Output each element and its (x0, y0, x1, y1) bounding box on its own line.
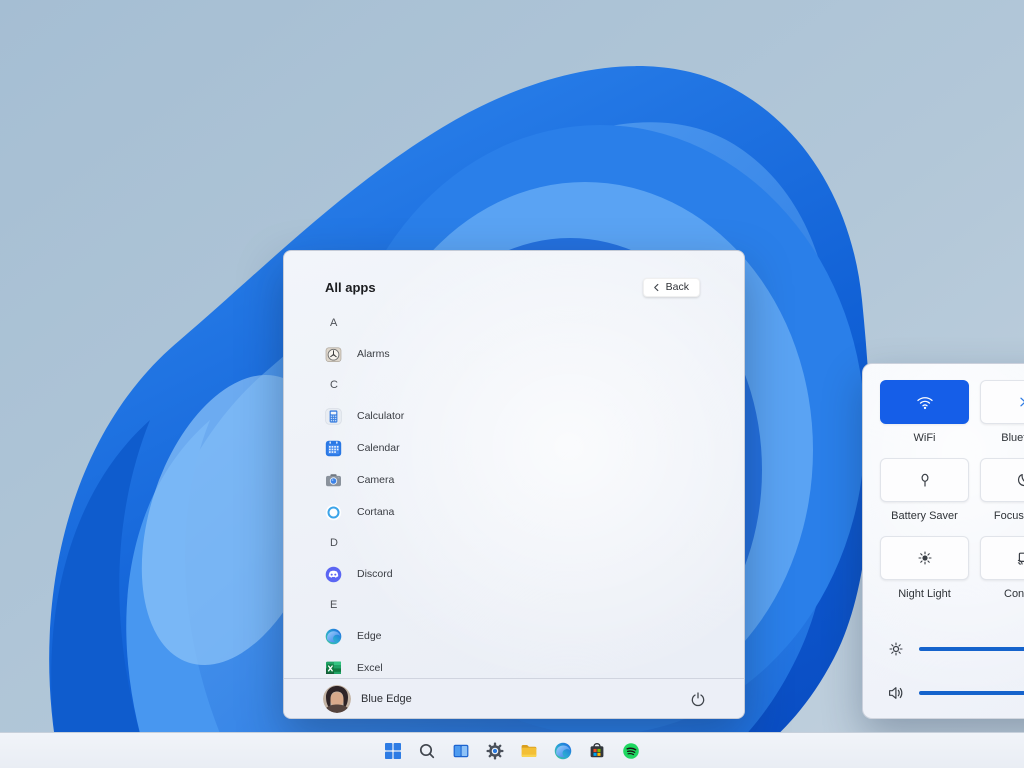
focus-assist-button[interactable] (980, 458, 1024, 502)
quick-settings-panel: WiFi Bluetooth Battery Saver Focus assist Ni… (862, 363, 1024, 719)
back-button-label: Back (666, 281, 689, 293)
battery-saver-button[interactable] (880, 458, 969, 502)
brightness-slider[interactable] (919, 647, 1024, 652)
app-list-item-edge[interactable]: Edge (325, 620, 744, 652)
all-apps-list: A Alarms C Calculator Calendar Camera Cortana D… (284, 308, 744, 674)
night-light-button[interactable] (880, 536, 969, 580)
section-letter-a[interactable]: A (325, 308, 744, 338)
all-apps-title: All apps (325, 280, 376, 295)
taskbar-edge-button[interactable] (554, 742, 572, 760)
quick-toggle-label: WiFi (914, 432, 936, 444)
taskbar-start-button[interactable] (384, 742, 402, 760)
app-list-item-cortana[interactable]: Cortana (325, 496, 744, 528)
quick-toggle-battery-saver: Battery Saver (880, 458, 969, 522)
start-menu-footer: Blue Edge (284, 678, 744, 718)
camera-icon (325, 472, 342, 489)
app-label: Edge (357, 630, 382, 642)
quick-toggle-label: Night Light (898, 588, 951, 600)
app-label: Camera (357, 474, 394, 486)
app-list-item-camera[interactable]: Camera (325, 464, 744, 496)
avatar (323, 685, 351, 713)
app-list-item-calculator[interactable]: Calculator (325, 400, 744, 432)
windows-start-icon (384, 742, 402, 760)
quick-toggle-label: Bluetooth (1001, 432, 1024, 444)
battery-saver-icon (915, 470, 935, 490)
taskbar-search-button[interactable] (418, 742, 436, 760)
app-list-item-discord[interactable]: Discord (325, 558, 744, 590)
taskbar-task-view-button[interactable] (452, 742, 470, 760)
back-button[interactable]: Back (643, 278, 700, 297)
taskbar-settings-button[interactable] (486, 742, 504, 760)
start-menu-header: All apps Back (284, 251, 744, 297)
edge-browser-icon (554, 742, 572, 760)
app-label: Discord (357, 568, 393, 580)
microsoft-store-icon (588, 742, 606, 760)
user-profile-button[interactable]: Blue Edge (323, 685, 412, 713)
quick-toggle-label: Connect (1004, 588, 1024, 600)
chevron-left-icon (652, 283, 661, 292)
app-list-item-calendar[interactable]: Calendar (325, 432, 744, 464)
discord-icon (325, 566, 342, 583)
edge-icon (325, 628, 342, 645)
quick-toggle-focus-assist: Focus assist (980, 458, 1024, 522)
brightness-slider-row (863, 639, 1024, 659)
section-letter-d[interactable]: D (325, 528, 744, 558)
calendar-icon (325, 440, 342, 457)
app-list-item-excel[interactable]: Excel (325, 652, 744, 674)
bluetooth-button[interactable] (980, 380, 1024, 424)
power-button[interactable] (689, 690, 707, 708)
volume-slider-row (863, 683, 1024, 703)
calculator-icon (325, 408, 342, 425)
app-label: Calendar (357, 442, 400, 454)
app-label: Cortana (357, 506, 394, 518)
quick-settings-grid: WiFi Bluetooth Battery Saver Focus assist Ni… (863, 364, 1024, 614)
volume-icon (886, 683, 906, 703)
quick-toggle-connect: Connect (980, 536, 1024, 600)
quick-toggle-label: Battery Saver (891, 510, 958, 522)
cortana-icon (325, 504, 342, 521)
search-icon (418, 742, 436, 760)
alarms-icon (325, 346, 342, 363)
quick-toggle-wifi: WiFi (880, 380, 969, 444)
night-light-icon (915, 548, 935, 568)
taskbar-store-button[interactable] (588, 742, 606, 760)
quick-toggle-bluetooth: Bluetooth (980, 380, 1024, 444)
taskbar (0, 732, 1024, 768)
app-label: Excel (357, 662, 383, 674)
bluetooth-icon (1015, 392, 1024, 412)
taskbar-file-explorer-button[interactable] (520, 742, 538, 760)
user-name: Blue Edge (361, 693, 412, 705)
excel-icon (325, 660, 342, 675)
focus-assist-icon (1015, 470, 1024, 490)
spotify-icon (622, 742, 640, 760)
volume-slider[interactable] (919, 691, 1024, 696)
quick-toggle-night-light: Night Light (880, 536, 969, 600)
task-view-icon (452, 742, 470, 760)
brightness-icon (886, 639, 906, 659)
wifi-icon (915, 392, 935, 412)
wifi-button[interactable] (880, 380, 969, 424)
settings-icon (486, 742, 504, 760)
file-explorer-icon (520, 742, 538, 760)
app-list-item-alarms[interactable]: Alarms (325, 338, 744, 370)
app-label: Calculator (357, 410, 404, 422)
desktop: All apps Back A Alarms C Calculator Calendar… (0, 0, 1024, 768)
section-letter-c[interactable]: C (325, 370, 744, 400)
app-label: Alarms (357, 348, 390, 360)
taskbar-spotify-button[interactable] (622, 742, 640, 760)
section-letter-e[interactable]: E (325, 590, 744, 620)
connect-icon (1015, 548, 1024, 568)
connect-button[interactable] (980, 536, 1024, 580)
start-menu-all-apps-panel: All apps Back A Alarms C Calculator Calendar… (283, 250, 745, 719)
quick-toggle-label: Focus assist (994, 510, 1024, 522)
